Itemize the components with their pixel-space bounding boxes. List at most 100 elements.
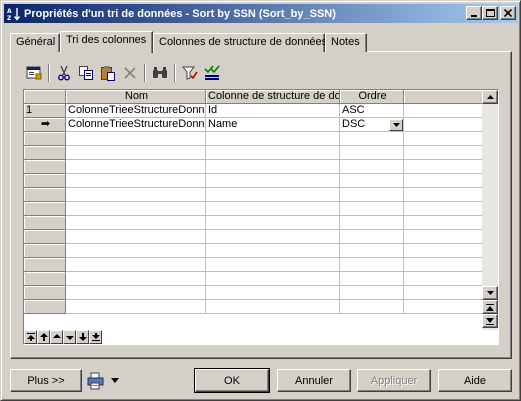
row-marker[interactable]: 1: [24, 104, 66, 118]
row-header[interactable]: [24, 188, 66, 202]
empty-cell[interactable]: [206, 216, 340, 230]
empty-cell[interactable]: [340, 258, 404, 272]
move-down-page-button[interactable]: [76, 330, 89, 344]
cell-ordre[interactable]: ASC: [340, 104, 404, 118]
empty-cell[interactable]: [206, 146, 340, 160]
apply-button[interactable]: Appliquer: [357, 369, 431, 392]
empty-cell[interactable]: [66, 188, 206, 202]
empty-cell: [404, 230, 484, 244]
move-last-button[interactable]: [89, 330, 102, 344]
empty-cell[interactable]: [66, 272, 206, 286]
more-button[interactable]: Plus >>: [10, 369, 82, 392]
title-bar[interactable]: A Z Propriétés d'un tri de données - Sor…: [4, 4, 518, 23]
empty-cell[interactable]: [206, 258, 340, 272]
empty-cell[interactable]: [206, 300, 340, 314]
row-header[interactable]: [24, 300, 66, 314]
tab-colonnes-structure[interactable]: Colonnes de structure de données: [153, 33, 327, 52]
scroll-down-button[interactable]: [482, 286, 498, 300]
column-header-ordre[interactable]: Ordre: [340, 90, 404, 104]
cell-colonne[interactable]: Name: [206, 118, 340, 132]
row-header[interactable]: [24, 258, 66, 272]
delete-button[interactable]: [119, 62, 141, 84]
empty-cell[interactable]: [206, 244, 340, 258]
empty-cell[interactable]: [66, 258, 206, 272]
empty-cell[interactable]: [66, 146, 206, 160]
empty-cell[interactable]: [66, 230, 206, 244]
maximize-button[interactable]: [482, 6, 498, 20]
tab-tri-des-colonnes[interactable]: Tri des colonnes: [60, 31, 153, 53]
scroll-bottom-button[interactable]: [482, 314, 498, 328]
empty-cell[interactable]: [206, 188, 340, 202]
empty-cell[interactable]: [340, 174, 404, 188]
vertical-scrollbar[interactable]: [482, 90, 498, 330]
empty-cell: [404, 160, 484, 174]
empty-cell[interactable]: [206, 230, 340, 244]
row-header[interactable]: [24, 216, 66, 230]
empty-cell[interactable]: [340, 272, 404, 286]
customize-columns-button[interactable]: [201, 62, 223, 84]
paste-button[interactable]: [97, 62, 119, 84]
empty-cell[interactable]: [206, 202, 340, 216]
empty-cell[interactable]: [206, 272, 340, 286]
empty-cell[interactable]: [340, 188, 404, 202]
empty-cell[interactable]: [340, 160, 404, 174]
cancel-button[interactable]: Annuler: [277, 369, 351, 392]
row-header[interactable]: [24, 174, 66, 188]
column-header-nom[interactable]: Nom: [66, 90, 206, 104]
empty-cell[interactable]: [340, 216, 404, 230]
tab-notes[interactable]: Notes: [325, 33, 367, 52]
copy-button[interactable]: [75, 62, 97, 84]
column-header-colonne[interactable]: Colonne de structure de do: [206, 90, 340, 104]
empty-cell[interactable]: [340, 146, 404, 160]
row-header[interactable]: [24, 202, 66, 216]
move-first-button[interactable]: [24, 330, 37, 344]
empty-cell[interactable]: [340, 132, 404, 146]
minimize-button[interactable]: [466, 6, 482, 20]
close-button[interactable]: [500, 6, 516, 20]
cell-nom[interactable]: ColonneTrieeStructureDonn: [66, 104, 206, 118]
row-header[interactable]: [24, 230, 66, 244]
move-up-button[interactable]: [50, 330, 63, 344]
row-header[interactable]: [24, 160, 66, 174]
ordre-dropdown-button[interactable]: [389, 119, 403, 131]
ok-button[interactable]: OK: [194, 368, 270, 393]
empty-cell[interactable]: [66, 174, 206, 188]
empty-cell: [404, 202, 484, 216]
empty-cell[interactable]: [340, 202, 404, 216]
tab-general[interactable]: Général: [10, 33, 60, 52]
empty-cell[interactable]: [340, 300, 404, 314]
row-header[interactable]: [24, 244, 66, 258]
cell-nom[interactable]: ColonneTrieeStructureDonn: [66, 118, 206, 132]
row-header[interactable]: [24, 286, 66, 300]
cut-button[interactable]: [53, 62, 75, 84]
help-button[interactable]: Aide: [438, 369, 512, 392]
empty-cell[interactable]: [206, 132, 340, 146]
properties-button[interactable]: [23, 62, 45, 84]
toolbar-separator: [144, 64, 146, 82]
empty-cell[interactable]: [66, 132, 206, 146]
move-down-button[interactable]: [63, 330, 76, 344]
empty-cell[interactable]: [206, 286, 340, 300]
row-header[interactable]: [24, 272, 66, 286]
empty-cell[interactable]: [66, 202, 206, 216]
empty-cell[interactable]: [206, 160, 340, 174]
empty-cell[interactable]: [66, 160, 206, 174]
row-header[interactable]: [24, 132, 66, 146]
empty-cell[interactable]: [66, 286, 206, 300]
empty-cell[interactable]: [66, 300, 206, 314]
current-row-arrow-icon[interactable]: ➡: [24, 118, 66, 132]
scroll-up-button[interactable]: [482, 90, 498, 104]
empty-cell[interactable]: [340, 286, 404, 300]
move-up-page-button[interactable]: [37, 330, 50, 344]
empty-cell[interactable]: [206, 174, 340, 188]
empty-cell[interactable]: [66, 216, 206, 230]
row-header[interactable]: [24, 146, 66, 160]
filter-button[interactable]: [179, 62, 201, 84]
empty-cell[interactable]: [340, 244, 404, 258]
find-button[interactable]: [149, 62, 171, 84]
print-button[interactable]: [87, 369, 127, 392]
empty-cell[interactable]: [66, 244, 206, 258]
cell-colonne[interactable]: Id: [206, 104, 340, 118]
empty-cell[interactable]: [340, 230, 404, 244]
scroll-top-button[interactable]: [482, 300, 498, 314]
